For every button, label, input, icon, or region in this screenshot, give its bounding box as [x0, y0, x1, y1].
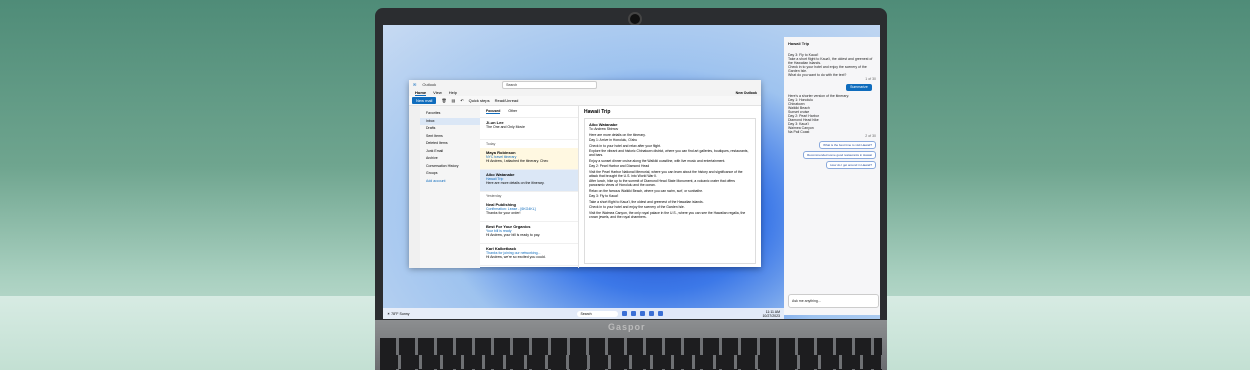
message-line: Day 2: Pearl Harbor and Diamond Head — [589, 164, 650, 168]
toolbar: New mail 🗑 ▤ ↶ Quick steps Read/Unread — [409, 96, 761, 106]
folder-sent[interactable]: Sent Items — [420, 133, 480, 141]
outlook-window: ✉ Outlook Search Home View Help New Outl… — [409, 80, 761, 268]
folder-archive[interactable]: Archive — [420, 155, 480, 163]
tab-focused[interactable]: Focused — [486, 109, 501, 114]
group-header: Yesterday — [486, 194, 502, 198]
folder-pane: Favorites Inbox Drafts Sent Items Delete… — [420, 106, 480, 268]
new-mail-button[interactable]: New mail — [412, 97, 437, 104]
group-header: Today — [486, 142, 496, 146]
message-line: Explore the vibrant and historic Chinato… — [589, 149, 749, 157]
message-line: Enjoy a sunset dinner cruise along the W… — [589, 158, 726, 163]
suggestion-chip[interactable]: Recommended some good restaurants in Haw… — [803, 151, 876, 159]
preview: Here are more details on the itinerary. — [486, 181, 545, 185]
folder-junk[interactable]: Junk Email — [420, 148, 480, 156]
copilot-line: Take a short flight to Kaua'i, the oldes… — [788, 57, 873, 65]
weather-temp: 78°F — [391, 311, 399, 316]
message-line: Check in to your hotel and relax after y… — [589, 143, 661, 148]
webcam — [628, 12, 642, 26]
keyboard-row — [380, 355, 882, 369]
message-line: Visit the Pearl Harbor National Memorial… — [589, 169, 743, 178]
copilot-message: Day 3: Fly to Kaua'i Take a short flight… — [788, 53, 876, 81]
subject: The One and Only Movie — [486, 125, 525, 129]
preview: Hi Andrew, I attached the itinerary. Che… — [486, 159, 549, 163]
suggestion-chip[interactable]: What is the best time to visit Hawaii? — [819, 141, 876, 149]
taskbar: ☀ 78°F Sunny Search 11:11 AM 10/27/2023 — [383, 308, 784, 319]
message-line: Here are more details on the itinerary. — [589, 132, 646, 137]
list-item[interactable]: Aiko Watanabe Hawaii Trip Here are more … — [480, 170, 578, 192]
response-counter: 2 of 30 — [865, 134, 876, 138]
titlebar: ✉ Outlook Search — [409, 80, 761, 89]
copilot-message: Here's a shorter version of the itinerar… — [788, 94, 876, 138]
message-line: After lunch, hike up to the summit of Di… — [589, 179, 735, 187]
copilot-pane: Hawaii Trip Day 3: Fly to Kaua'i Take a … — [784, 37, 880, 315]
preview: Hi Andrew, your bill is ready to pay. — [486, 233, 541, 237]
message-card: Aiko Watanabe To: Andrew Sbirnov Here ar… — [584, 118, 756, 264]
app-icon[interactable] — [658, 311, 664, 316]
clock-date: 10/27/2023 — [762, 313, 780, 318]
message-line: Day 3: Fly to Kaua'i — [589, 194, 619, 198]
summarize-button[interactable]: Summarize — [846, 84, 872, 91]
message-to: To: Andrew Sbirnov — [589, 127, 619, 131]
list-item[interactable]: Neal Publishing Confirmation: Lease - [6… — [480, 200, 578, 222]
suggestion-chip[interactable]: How do I get around in Hawaii? — [826, 161, 876, 169]
system-clock[interactable]: 11:11 AM 10/27/2023 — [762, 310, 780, 318]
message-line: Take a short flight to Kaua'i, the oldes… — [589, 199, 704, 204]
delete-icon[interactable]: 🗑 — [441, 98, 446, 103]
menu-bar: Home View Help New Outlook — [409, 89, 761, 96]
folder-favorites[interactable]: Favorites — [420, 110, 480, 118]
reading-title: Hawaii Trip — [584, 109, 611, 115]
add-account-link[interactable]: Add account — [420, 178, 480, 186]
ask-input[interactable]: Ask me anything... — [788, 294, 879, 308]
preview: Hi Andrew, we're so excited you could. — [486, 255, 546, 259]
weather-desc: Sunny — [399, 311, 410, 316]
screen: ✉ Outlook Search Home View Help New Outl… — [383, 25, 880, 319]
tab-home[interactable]: Home — [415, 90, 427, 96]
tab-view[interactable]: View — [433, 90, 442, 95]
list-item[interactable]: Best For Your Organics Your bill is read… — [480, 222, 578, 244]
folder-deleted[interactable]: Deleted Items — [420, 140, 480, 148]
reply-icon[interactable]: ↶ — [460, 98, 463, 103]
app-icon[interactable] — [622, 311, 628, 316]
app-rail — [409, 106, 420, 268]
preview: Thanks for your order! — [486, 211, 521, 215]
read-unread-button[interactable]: Read/Unread — [495, 98, 519, 103]
list-item[interactable]: Karl Kalbetback Thanks for joining our n… — [480, 244, 578, 266]
message-line: Check in to your hotel and enjoy the sce… — [589, 205, 685, 209]
message-line: Visit the Waimea Canyon, the only royal … — [589, 210, 746, 219]
message-line: Relax on the famous Waikiki Beach, where… — [589, 188, 704, 193]
app-icon[interactable] — [649, 311, 655, 316]
weather-widget[interactable]: ☀ 78°F Sunny — [387, 312, 409, 316]
copilot-line: Check in to your hotel and enjoy the sce… — [788, 65, 867, 73]
tab-other[interactable]: Other — [508, 109, 517, 114]
taskbar-apps — [622, 311, 664, 316]
outlook-icon: ✉ — [413, 82, 417, 87]
archive-icon[interactable]: ▤ — [452, 98, 456, 103]
list-item[interactable]: Ji-un Lee The One and Only Movie — [480, 118, 578, 140]
reading-pane: Hawaii Trip Aiko Watanabe To: Andrew Sbi… — [579, 106, 761, 268]
taskbar-search[interactable]: Search — [577, 310, 619, 317]
app-icon[interactable] — [631, 311, 637, 316]
folder-groups[interactable]: Groups — [420, 170, 480, 178]
tab-help[interactable]: Help — [449, 90, 457, 95]
app-icon[interactable] — [640, 311, 646, 316]
window-title: Outlook — [422, 82, 437, 87]
search-input[interactable]: Search — [502, 80, 598, 89]
message-line: Day 1: Arrive in Honolulu, O'ahu — [589, 138, 638, 142]
new-outlook-toggle[interactable]: New Outlook — [736, 91, 757, 95]
folder-inbox[interactable]: Inbox — [420, 117, 480, 125]
quick-steps-button[interactable]: Quick steps — [469, 98, 490, 103]
folder-conversation-history[interactable]: Conversation History — [420, 163, 480, 171]
response-counter: 1 of 30 — [865, 77, 876, 81]
brand-logo: Gaspor — [608, 322, 646, 332]
list-item[interactable]: Maya Robinson NYC travel itinerary Hi An… — [480, 148, 578, 170]
folder-drafts[interactable]: Drafts — [420, 125, 480, 133]
copilot-title: Hawaii Trip — [788, 41, 810, 46]
message-list: Focused Other Ji-un Lee The One and Only… — [480, 106, 579, 268]
